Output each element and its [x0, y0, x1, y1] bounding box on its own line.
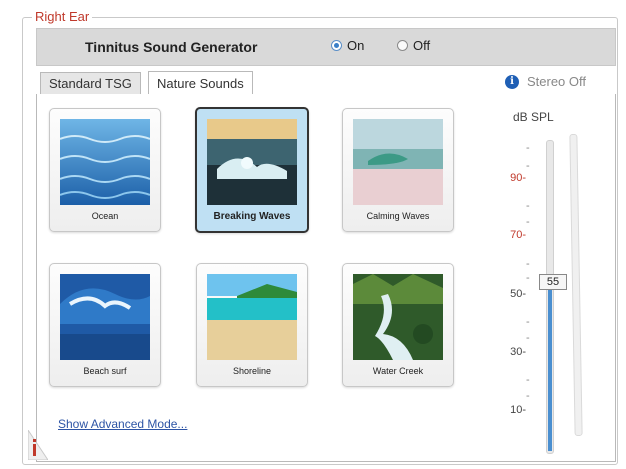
sound-card-beach-surf[interactable]: Beach surf [49, 263, 161, 387]
level-slider-fill [548, 288, 552, 451]
sound-card-shoreline[interactable]: Shoreline [196, 263, 308, 387]
sound-label: Breaking Waves [213, 211, 291, 222]
minor-tick: - [526, 142, 530, 154]
info-icon[interactable]: i [504, 74, 519, 89]
show-advanced-mode-link[interactable]: Show Advanced Mode... [58, 417, 187, 431]
minor-tick: - [526, 316, 530, 328]
radio-off-label: Off [413, 38, 431, 53]
radio-on[interactable]: On [331, 38, 364, 53]
info-corner-icon [28, 430, 48, 460]
tick-50: 50- [510, 288, 526, 300]
sound-label: Calming Waves [366, 211, 430, 221]
stereo-label: Stereo Off [526, 74, 586, 89]
sound-label: Ocean [91, 211, 119, 221]
minor-tick: - [526, 390, 530, 402]
radio-off[interactable]: Off [397, 38, 430, 53]
stereo-status[interactable]: i Stereo Off [504, 74, 586, 89]
minor-tick: - [526, 374, 530, 386]
sound-label: Shoreline [232, 366, 272, 376]
db-spl-label: dB SPL [513, 110, 554, 124]
minor-tick: - [526, 200, 530, 212]
minor-tick: - [526, 332, 530, 344]
minor-tick: - [526, 272, 530, 284]
radio-on-label: On [347, 38, 365, 53]
header-title: Tinnitus Sound Generator [85, 39, 258, 55]
ocean-image [60, 119, 150, 205]
sound-label: Beach surf [83, 366, 127, 376]
tab-bar: Standard TSG Nature Sounds i Stereo Off [36, 70, 614, 95]
minor-tick: - [526, 258, 530, 270]
minor-tick: - [526, 160, 530, 172]
calming-waves-image [353, 119, 443, 205]
sound-card-ocean[interactable]: Ocean [49, 108, 161, 232]
sound-label: Water Creek [372, 366, 424, 376]
minor-tick: - [526, 216, 530, 228]
header-bar: Tinnitus Sound Generator On Off [36, 28, 616, 66]
tick-10: 10- [510, 404, 526, 416]
tick-90: 90- [510, 172, 526, 184]
sound-card-breaking-waves[interactable]: Breaking Waves [195, 107, 309, 233]
breaking-waves-image [207, 119, 297, 205]
level-slider-thumb[interactable]: 55 [539, 274, 567, 290]
group-title: Right Ear [32, 9, 93, 24]
sound-card-water-creek[interactable]: Water Creek [342, 263, 454, 387]
shoreline-image [207, 274, 297, 360]
tick-70: 70- [510, 229, 526, 241]
water-creek-image [353, 274, 443, 360]
radio-on-indicator[interactable] [331, 40, 342, 51]
tick-30: 30- [510, 346, 526, 358]
sound-card-calming-waves[interactable]: Calming Waves [342, 108, 454, 232]
beach-surf-image [60, 274, 150, 360]
radio-off-indicator[interactable] [397, 40, 408, 51]
tab-nature-sounds[interactable]: Nature Sounds [148, 71, 253, 95]
tab-standard-tsg[interactable]: Standard TSG [40, 72, 141, 94]
